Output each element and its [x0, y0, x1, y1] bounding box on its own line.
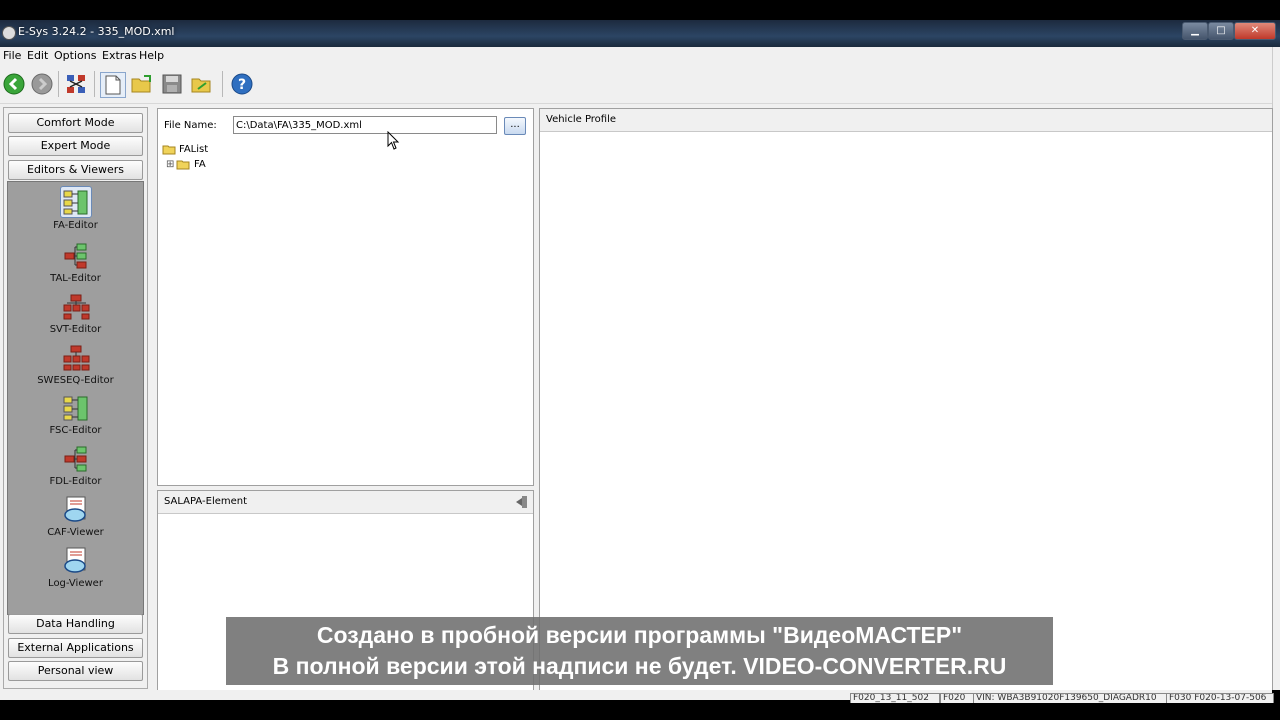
tool-label: SVT-Editor	[49, 324, 102, 335]
svt-editor-tool[interactable]: SVT-Editor	[8, 292, 143, 335]
watermark-line-1: Создано в пробной версии программы "Виде…	[316, 622, 963, 648]
toolbar-separator	[58, 71, 59, 97]
tree-node-label: FAList	[179, 143, 209, 155]
comfort-mode-button[interactable]: Comfort Mode	[8, 113, 143, 133]
data-handling-button[interactable]: Data Handling	[8, 614, 143, 634]
left-navigation-panel: Comfort Mode Expert Mode Editors & Viewe…	[3, 107, 148, 689]
fa-editor-icon	[59, 186, 92, 218]
tree-node-fa[interactable]: ⊞ FA	[166, 157, 206, 171]
status-cell: F030 F020-13-07-506	[1166, 693, 1274, 703]
file-name-label: File Name:	[164, 120, 217, 131]
tool-label: TAL-Editor	[50, 273, 101, 284]
window-scrollbar[interactable]	[1272, 47, 1280, 700]
disconnect-icon[interactable]	[30, 72, 54, 96]
log-viewer-tool[interactable]: Log-Viewer	[8, 546, 143, 589]
menu-edit[interactable]: Edit	[27, 49, 48, 62]
fsc-editor-icon	[63, 396, 87, 421]
folder-icon	[176, 160, 190, 169]
toolbar: ?	[0, 65, 1272, 104]
tool-label: SWESEQ-Editor	[37, 375, 114, 386]
editors-viewers-area: FA-Editor TAL-Editor SVT-Editor SWESEQ-E…	[7, 181, 144, 615]
expand-icon[interactable]: ⊞	[166, 159, 176, 170]
window-title: E-Sys 3.24.2 - 335_MOD.xml	[18, 25, 175, 38]
menu-help[interactable]: Help	[139, 49, 164, 62]
fa-editor-tool[interactable]: FA-Editor	[8, 186, 143, 231]
svg-text:?: ?	[238, 77, 246, 93]
status-cell: F020	[940, 693, 974, 703]
close-button[interactable]: ✕	[1234, 22, 1276, 40]
tree-node-label: FA	[194, 158, 206, 170]
tool-label: CAF-Viewer	[47, 527, 104, 538]
app-icon	[2, 26, 16, 40]
file-name-input[interactable]	[233, 116, 497, 134]
expert-mode-button[interactable]: Expert Mode	[8, 136, 143, 156]
personal-view-button[interactable]: Personal view	[8, 661, 143, 681]
panel-title: Vehicle Profile	[546, 114, 617, 125]
fdl-editor-tool[interactable]: FDL-Editor	[8, 444, 143, 487]
salapa-element-header: SALAPA-Element	[158, 491, 533, 514]
network-icon[interactable]	[64, 72, 88, 96]
vehicle-profile-panel: Vehicle Profile	[539, 108, 1273, 692]
svt-editor-icon	[63, 294, 89, 320]
watermark-line-2: В полной версии этой надписи не будет. V…	[272, 653, 1007, 679]
fsc-editor-tool[interactable]: FSC-Editor	[8, 393, 143, 436]
panel-title: SALAPA-Element	[164, 496, 248, 507]
menu-file[interactable]: File	[3, 49, 21, 62]
fdl-editor-icon	[64, 446, 86, 472]
caf-viewer-icon	[63, 496, 86, 522]
help-icon[interactable]: ?	[230, 72, 254, 96]
menu-options[interactable]: Options	[54, 49, 96, 62]
menu-bar: File Edit Options Extras Help	[0, 47, 1272, 65]
folder-export-icon[interactable]	[190, 72, 214, 96]
tool-label: Log-Viewer	[48, 578, 103, 589]
menu-extras[interactable]: Extras	[102, 49, 137, 62]
tal-editor-icon	[64, 243, 86, 269]
sweseq-editor-tool[interactable]: SWESEQ-Editor	[8, 343, 143, 386]
mouse-cursor-icon	[387, 131, 400, 150]
open-folder-icon[interactable]	[130, 72, 154, 96]
file-panel: File Name: ... FAList ⊞ FA	[157, 108, 534, 486]
title-bar[interactable]	[0, 20, 1280, 47]
tree-node-falist[interactable]: FAList	[162, 142, 208, 156]
tal-editor-tool[interactable]: TAL-Editor	[8, 241, 143, 284]
toolbar-separator	[94, 71, 95, 97]
sweseq-editor-icon	[63, 345, 89, 371]
external-applications-button[interactable]: External Applications	[8, 638, 143, 658]
folder-icon	[162, 145, 176, 154]
tool-label: FDL-Editor	[49, 476, 102, 487]
new-file-icon[interactable]	[100, 72, 126, 98]
maximize-button[interactable]: □	[1208, 22, 1234, 40]
minimize-button[interactable]: ▁	[1182, 22, 1208, 40]
toolbar-separator	[222, 71, 223, 97]
tool-label: FA-Editor	[53, 220, 98, 231]
status-cell: F020_13_11_502	[850, 693, 940, 703]
editors-viewers-button[interactable]: Editors & Viewers	[8, 160, 143, 180]
status-cell: VIN: WBA3B91020F139650_DIAGADR10	[973, 693, 1167, 703]
watermark-overlay: Создано в пробной версии программы "Виде…	[226, 617, 1053, 685]
log-viewer-icon	[63, 547, 86, 573]
caf-viewer-tool[interactable]: CAF-Viewer	[8, 495, 143, 538]
tool-label: FSC-Editor	[49, 425, 102, 436]
save-icon[interactable]	[160, 72, 184, 96]
collapse-panel-icon[interactable]	[514, 495, 528, 509]
vehicle-profile-header: Vehicle Profile	[540, 109, 1272, 132]
connect-icon[interactable]	[2, 72, 26, 96]
browse-button[interactable]: ...	[504, 117, 526, 135]
